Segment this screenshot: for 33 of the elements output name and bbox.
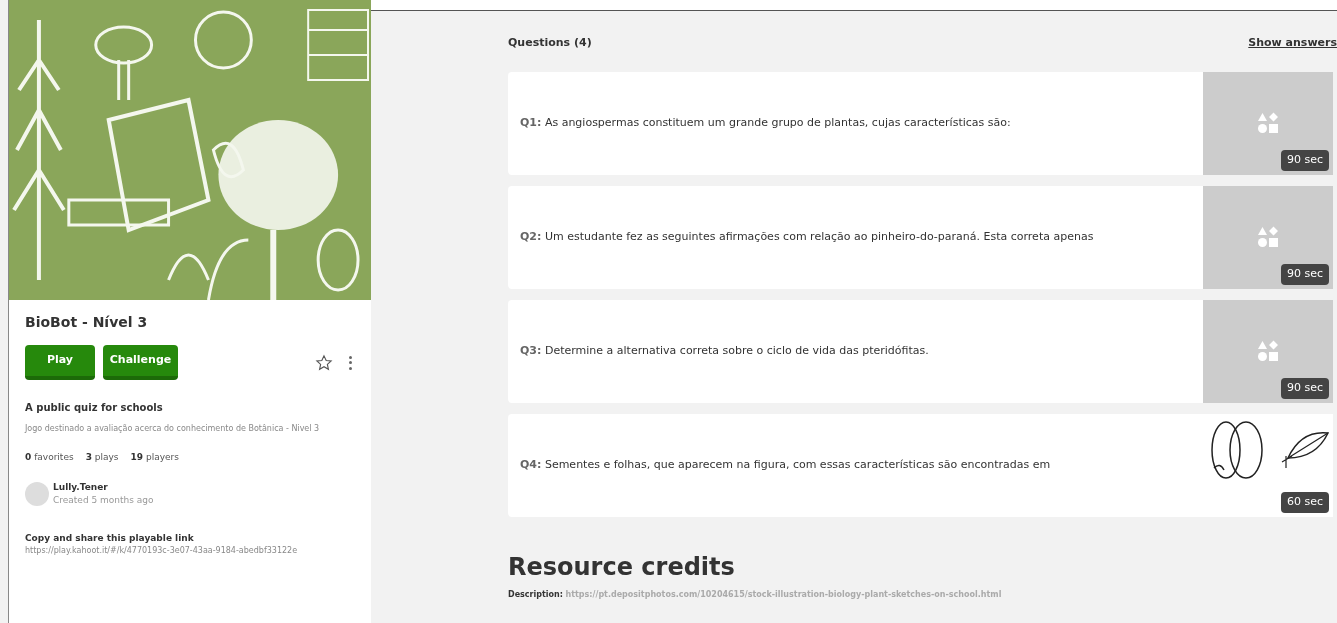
duration-badge: 90 sec — [1280, 150, 1329, 171]
stat-text: 0 favorites — [25, 451, 74, 464]
duration-badge: 90 sec — [1280, 264, 1329, 285]
shapes-icon — [1257, 340, 1279, 362]
author-name: Lully.Tener — [53, 480, 109, 494]
question-text: Q4: Sementes e folhas, que aparecem na figura, com essas características são encontradas em — [520, 456, 1052, 473]
quiz-title: BioBot - Nível 3 — [25, 313, 149, 332]
stat-text: 3 plays — [85, 451, 119, 464]
challenge-button[interactable]: Challenge — [103, 345, 178, 380]
question-card[interactable]: Q2: Um estudante fez as seguintes afirmações com relação ao pinheiro-do-paraná. Esta correta apenas 90 sec — [508, 185, 1333, 289]
share-link[interactable]: https://play.kahoot.it/#/k/4770193c-3e07-43aa-9184-abedbf33122e — [25, 545, 355, 557]
duration-badge: 90 sec — [1280, 378, 1329, 399]
question-card[interactable]: Q1: As angiospermas constituem um grande grupo de plantas, cujas características são: 90 sec — [508, 71, 1333, 175]
quiz-description: Jogo destinado a avaliação acerca do conhecimento de Botânica - Nivel 3 — [25, 423, 321, 435]
stat-text: 19 players — [130, 451, 179, 464]
shapes-icon — [1257, 112, 1279, 134]
created-date: Created 5 months ago — [53, 494, 154, 507]
questions-heading: Questions (4) — [508, 35, 592, 51]
avatar — [25, 482, 49, 506]
question-text: Q3: Determine a alternativa correta sobre o ciclo de vida das pteridófitas. — [520, 342, 930, 359]
share-title: Copy and share this playable link — [25, 531, 195, 545]
question-card[interactable]: Q4: Sementes e folhas, que aparecem na figura, com essas características são encontradas em 60 sec — [508, 413, 1333, 517]
duration-badge: 60 sec — [1280, 492, 1329, 513]
show-answers-link[interactable]: Show answers — [1248, 35, 1337, 52]
credits-label: Description: — [508, 589, 563, 599]
question-card[interactable]: Q3: Determine a alternativa correta sobre o ciclo de vida das pteridófitas. 90 sec — [508, 299, 1333, 403]
question-text: Q2: Um estudante fez as seguintes afirmações com relação ao pinheiro-do-paraná. Esta correta apenas — [520, 228, 1095, 245]
shapes-icon — [1257, 226, 1279, 248]
question-text: Q1: As angiospermas constituem um grande grupo de plantas, cujas características são: — [520, 114, 1012, 131]
play-button[interactable]: Play — [25, 345, 95, 380]
favorite-star-icon[interactable] — [315, 353, 333, 372]
quiz-visibility: A public quiz for schools — [25, 401, 164, 415]
credits-heading: Resource credits — [508, 551, 736, 583]
